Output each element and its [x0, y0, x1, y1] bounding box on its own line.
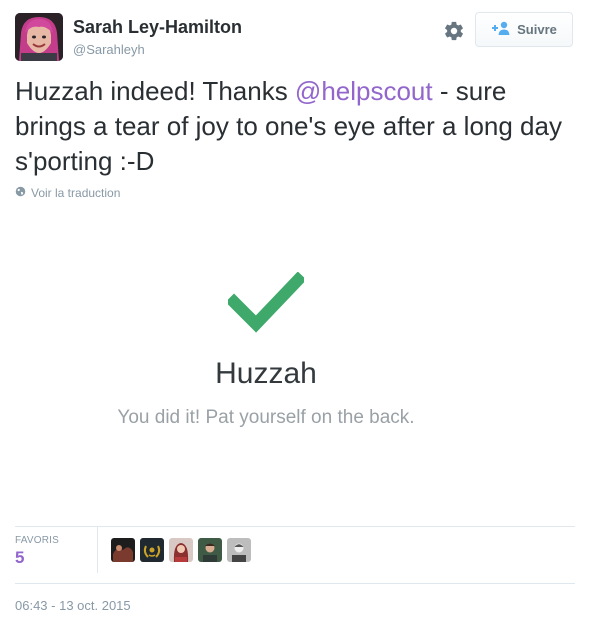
divider-bottom — [15, 583, 575, 584]
add-user-icon — [491, 21, 511, 38]
divider-top — [15, 526, 575, 527]
author-avatar[interactable] — [15, 13, 63, 61]
favoriter-avatar[interactable] — [227, 538, 251, 562]
card-subtitle: You did it! Pat yourself on the back. — [117, 407, 415, 428]
card-title: Huzzah — [215, 357, 317, 390]
favoriter-avatar[interactable] — [140, 538, 164, 562]
favoriter-avatar[interactable] — [111, 538, 135, 562]
stats-divider — [97, 527, 98, 573]
tweet-text-start: Huzzah indeed! Thanks — [15, 76, 295, 106]
tweet-text: Huzzah indeed! Thanks @helpscout - sure … — [15, 74, 575, 179]
translate-label: Voir la traduction — [31, 186, 121, 200]
tweet-timestamp[interactable]: 06:43 - 13 oct. 2015 — [15, 598, 131, 613]
author-name[interactable]: Sarah Ley-Hamilton — [73, 17, 242, 38]
favoriter-avatars — [111, 538, 251, 562]
gear-icon[interactable] — [443, 20, 465, 42]
favorites-count[interactable]: 5 — [15, 548, 24, 568]
translate-link[interactable]: Voir la traduction — [15, 186, 120, 200]
follow-button[interactable]: Suivre — [475, 12, 573, 47]
favorites-label: FAVORIS — [15, 535, 60, 546]
checkmark-icon — [225, 271, 307, 334]
favoriter-avatar[interactable] — [169, 538, 193, 562]
author-handle[interactable]: @Sarahleyh — [73, 42, 145, 57]
globe-icon — [15, 186, 26, 200]
follow-label: Suivre — [517, 22, 557, 37]
mention-link[interactable]: @helpscout — [295, 76, 433, 106]
favoriter-avatar[interactable] — [198, 538, 222, 562]
